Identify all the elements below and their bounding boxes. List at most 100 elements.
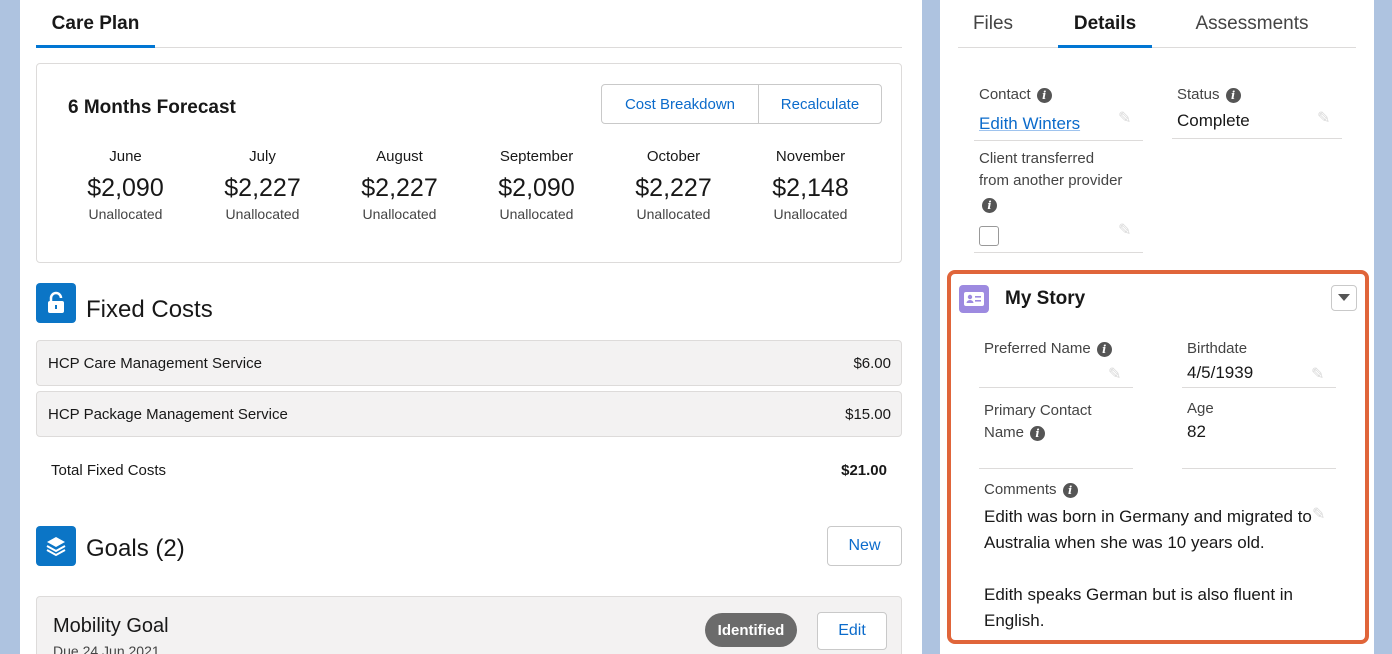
month-status: Unallocated [636, 206, 711, 222]
forecast-title: 6 Months Forecast [68, 97, 236, 118]
page-background-gutter [922, 0, 940, 654]
month-value: $2,148 [772, 174, 849, 202]
contact-label: Contact i [979, 86, 1052, 103]
page-background-left [0, 0, 20, 654]
info-icon[interactable]: i [1225, 87, 1241, 103]
field-divider [974, 140, 1143, 141]
month-status: Unallocated [225, 206, 300, 222]
month-status: Unallocated [88, 206, 163, 222]
forecast-card: 6 Months Forecast Cost Breakdown Recalcu… [36, 63, 902, 263]
month-value: $2,227 [635, 174, 712, 202]
tab-assessments[interactable]: Assessments [1186, 0, 1318, 48]
my-story-title: My Story [1005, 288, 1086, 309]
comments-paragraph: Edith speaks German but is also fluent i… [984, 585, 1293, 630]
month-status: Unallocated [499, 206, 574, 222]
primary-contact-label: Primary Contact Name i [984, 400, 1092, 444]
forecast-month: August $2,227 Unallocated [331, 148, 468, 222]
preferred-name-label-text: Preferred Name [984, 340, 1091, 357]
forecast-month: October $2,227 Unallocated [605, 148, 742, 222]
chevron-down-icon[interactable] [1331, 285, 1357, 311]
month-name: November [775, 148, 846, 165]
forecast-month: July $2,227 Unallocated [194, 148, 331, 222]
edit-pencil-icon[interactable]: ✎ [1118, 108, 1131, 128]
info-icon[interactable]: i [1036, 87, 1052, 103]
edit-pencil-icon[interactable]: ✎ [1312, 504, 1325, 524]
field-divider [1182, 387, 1336, 388]
care-plan-card: Care Plan 6 Months Forecast Cost Breakdo… [20, 0, 922, 654]
my-story-card: My Story Preferred Name i ✎ Birthdate 4/5… [947, 270, 1369, 644]
comments-label: Comments i [984, 481, 1078, 498]
care-plan-tabbar: Care Plan [36, 0, 902, 48]
forecast-button-group: Cost Breakdown Recalculate [601, 84, 882, 124]
layers-icon [36, 526, 76, 566]
total-fixed-costs-row: Total Fixed Costs $21.00 [51, 462, 887, 479]
contact-label-text: Contact [979, 86, 1031, 103]
fixed-cost-row: HCP Package Management Service $15.00 [36, 391, 902, 437]
recalculate-button[interactable]: Recalculate [759, 85, 881, 123]
comments-value: Edith was born in Germany and migrated t… [984, 504, 1314, 634]
fixed-cost-value: $6.00 [853, 355, 891, 372]
new-goal-button[interactable]: New [827, 526, 902, 566]
edit-goal-button[interactable]: Edit [817, 612, 887, 650]
fixed-cost-row: HCP Care Management Service $6.00 [36, 340, 902, 386]
forecast-month: September $2,090 Unallocated [468, 148, 605, 222]
lock-icon [36, 283, 76, 323]
month-status: Unallocated [773, 206, 848, 222]
fixed-cost-name: HCP Package Management Service [48, 406, 288, 423]
fixed-costs-title: Fixed Costs [86, 296, 213, 323]
edit-pencil-icon[interactable]: ✎ [1311, 364, 1324, 384]
goal-status-badge: Identified [705, 613, 797, 647]
status-label: Status i [1177, 86, 1241, 103]
field-divider [1182, 468, 1336, 469]
goal-title: Mobility Goal [53, 615, 169, 637]
info-icon[interactable]: i [982, 197, 997, 213]
status-value: Complete [1177, 111, 1250, 130]
edit-pencil-icon[interactable]: ✎ [1317, 108, 1330, 128]
fixed-cost-name: HCP Care Management Service [48, 355, 262, 372]
contact-value: Edith Winters [979, 114, 1080, 134]
field-divider [1172, 138, 1342, 139]
age-value: 82 [1187, 422, 1206, 441]
birthdate-value: 4/5/1939 [1187, 363, 1254, 382]
field-divider [974, 252, 1143, 253]
month-value: $2,227 [224, 174, 301, 202]
preferred-name-label: Preferred Name i [984, 340, 1112, 357]
tab-care-plan[interactable]: Care Plan [36, 0, 155, 48]
details-panel: Files Details Assessments Contact i Edith… [940, 0, 1374, 654]
forecast-months: June $2,090 Unallocated July $2,227 Unal… [57, 148, 897, 238]
month-name: July [249, 148, 276, 165]
field-divider [979, 468, 1133, 469]
primary-contact-label-line1: Primary Contact [984, 402, 1092, 419]
fixed-cost-value: $15.00 [845, 406, 891, 423]
transferred-label-line1: Client transferred [979, 150, 1095, 167]
goal-card[interactable]: Mobility Goal Due 24 Jun 2021 Identified… [36, 596, 902, 654]
month-value: $2,090 [498, 174, 575, 202]
tab-details[interactable]: Details [1058, 0, 1152, 48]
status-label-text: Status [1177, 86, 1220, 103]
primary-contact-label-line2: Name [984, 424, 1025, 441]
forecast-month: June $2,090 Unallocated [57, 148, 194, 222]
month-value: $2,090 [87, 174, 164, 202]
info-icon[interactable]: i [1096, 341, 1112, 357]
transferred-label-line2: from another provider [979, 172, 1123, 189]
month-name: October [646, 148, 701, 165]
edit-pencil-icon[interactable]: ✎ [1118, 220, 1131, 240]
total-fixed-costs-value: $21.00 [841, 462, 887, 479]
tab-files[interactable]: Files [958, 0, 1028, 48]
month-value: $2,227 [361, 174, 438, 202]
info-icon[interactable]: i [1062, 482, 1078, 498]
page-background-right [1374, 0, 1392, 654]
info-icon[interactable]: i [1030, 425, 1046, 441]
details-tabbar: Files Details Assessments [958, 0, 1356, 48]
cost-breakdown-button[interactable]: Cost Breakdown [602, 85, 759, 123]
comments-label-text: Comments [984, 481, 1057, 498]
forecast-month: November $2,148 Unallocated [742, 148, 879, 222]
goal-due-date: Due 24 Jun 2021 [53, 643, 160, 654]
age-label: Age [1187, 400, 1214, 417]
month-name: September [499, 148, 574, 165]
edit-pencil-icon[interactable]: ✎ [1108, 364, 1121, 384]
month-status: Unallocated [362, 206, 437, 222]
contact-link[interactable]: Edith Winters [979, 114, 1080, 133]
transferred-checkbox[interactable] [979, 226, 999, 246]
month-name: August [376, 148, 423, 165]
